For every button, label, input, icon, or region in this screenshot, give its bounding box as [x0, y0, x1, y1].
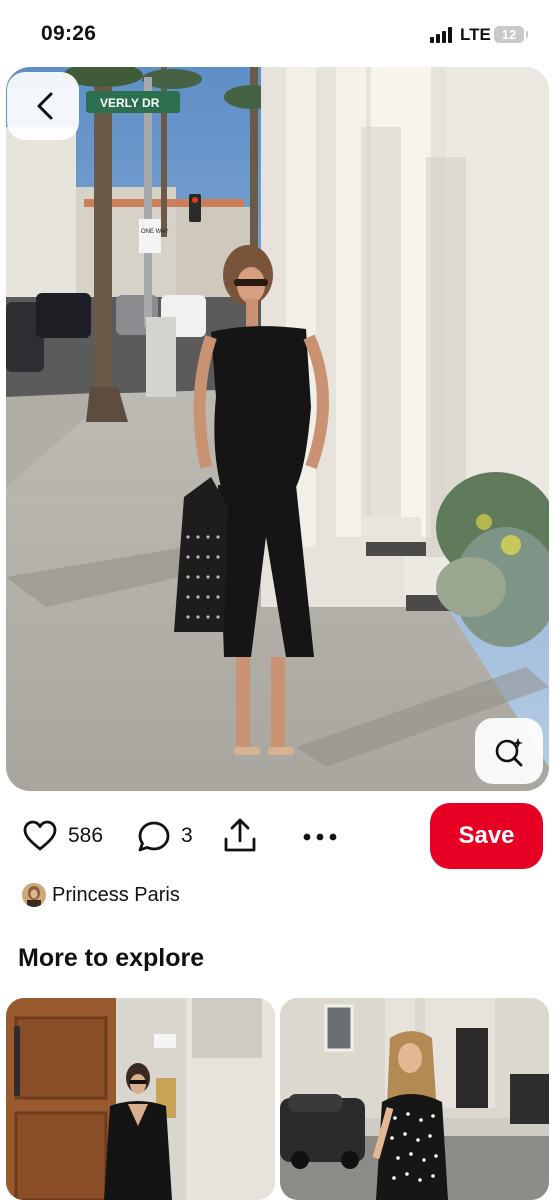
more-options-button[interactable] — [301, 822, 339, 857]
creator-name: Princess Paris — [52, 884, 180, 906]
back-button[interactable] — [7, 72, 79, 140]
save-button[interactable]: Save — [430, 803, 543, 869]
battery-icon: 12 — [494, 26, 528, 43]
pin-action-bar: 586 3 Save — [0, 800, 555, 876]
chevron-left-icon — [37, 92, 53, 120]
more-to-explore-heading: More to explore — [18, 944, 205, 972]
signal-icon — [430, 27, 456, 43]
comment-icon — [138, 821, 170, 852]
share-icon — [224, 818, 256, 852]
one-way-sign-text: ONE WAY — [141, 229, 169, 235]
heart-icon — [23, 820, 57, 851]
visual-search-icon — [495, 738, 523, 767]
comment-count: 3 — [181, 824, 193, 847]
explore-pin-card[interactable] — [280, 998, 549, 1200]
comment-button[interactable] — [136, 819, 172, 860]
pin-image[interactable]: VERLY DR ONE WAY — [6, 67, 549, 791]
status-time: 09:26 — [41, 22, 97, 45]
more-icon — [303, 833, 337, 841]
like-count: 586 — [68, 824, 104, 847]
battery-level: 12 — [501, 27, 517, 42]
explore-pin-card[interactable] — [6, 998, 275, 1200]
network-label: LTE — [460, 25, 491, 44]
street-sign-text: VERLY DR — [100, 96, 160, 110]
visual-search-button[interactable] — [475, 718, 543, 784]
avatar — [22, 883, 46, 907]
status-bar: 09:26 LTE 12 — [0, 0, 555, 66]
share-button[interactable] — [222, 817, 258, 860]
like-button[interactable] — [22, 819, 58, 858]
